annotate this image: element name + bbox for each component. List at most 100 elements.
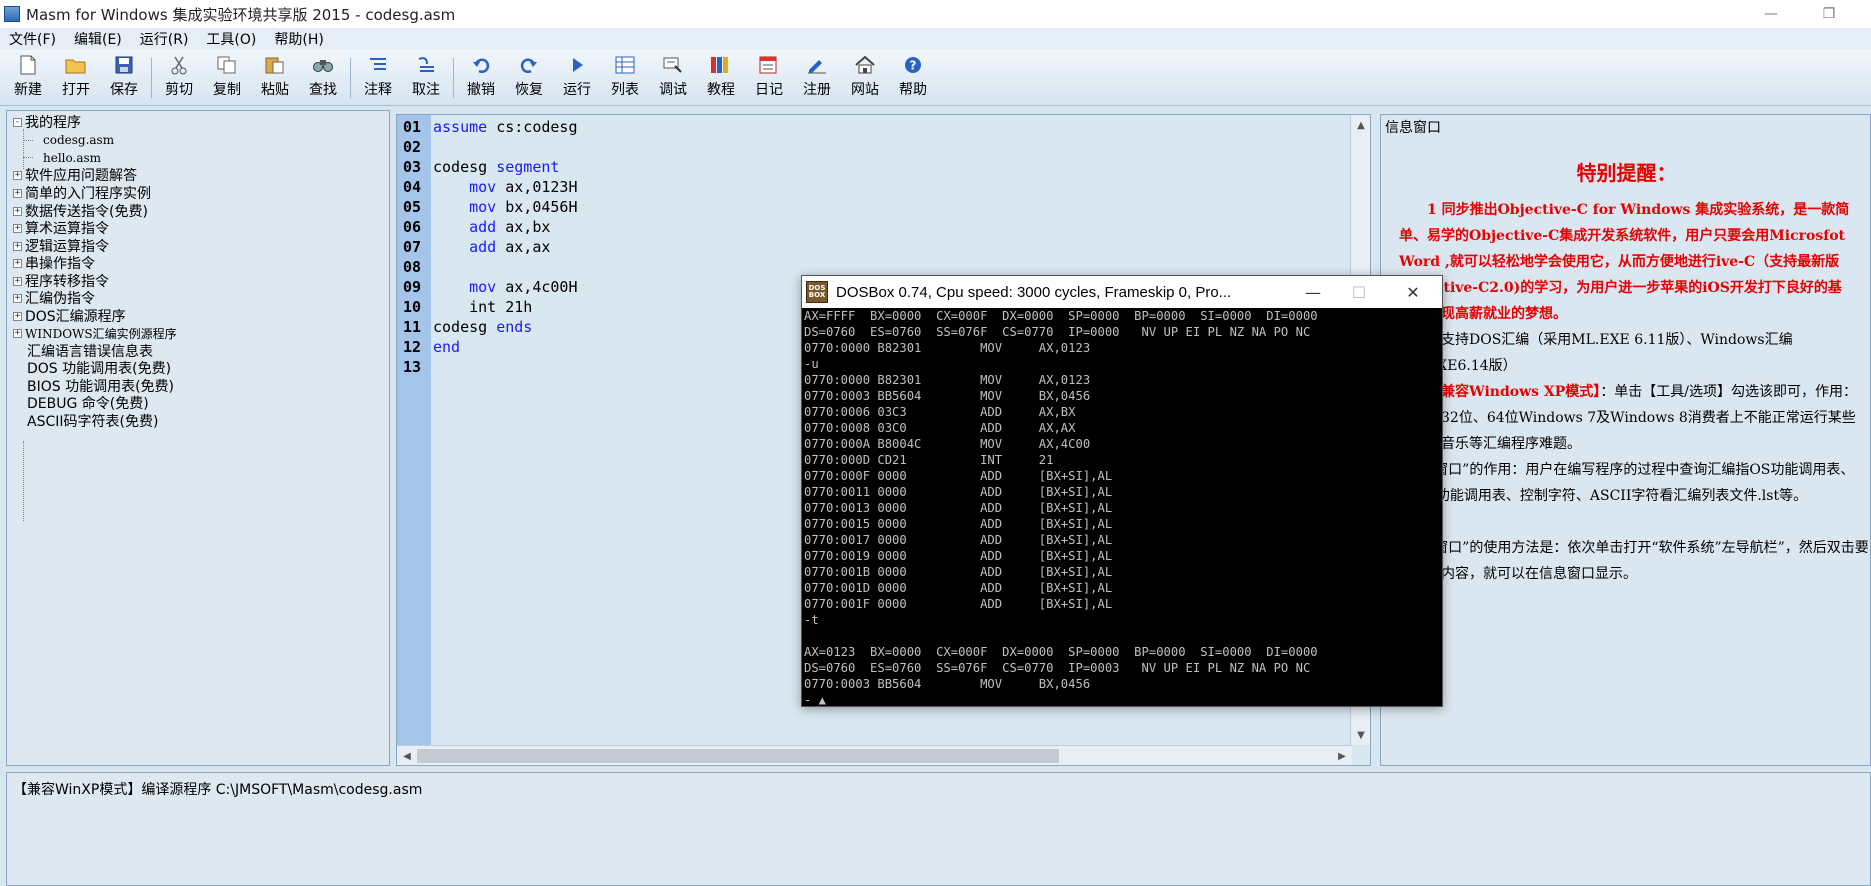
run-button[interactable]: 运行 — [553, 50, 601, 104]
expand-icon[interactable]: + — [13, 258, 22, 268]
expand-icon[interactable]: + — [13, 170, 22, 180]
tree-connector — [23, 129, 24, 169]
new-label: 新建 — [14, 82, 42, 98]
website-icon — [853, 54, 877, 76]
toolbar-separator — [453, 58, 454, 98]
tutorial-button[interactable]: 教程 — [697, 50, 745, 104]
toolbar-separator — [350, 58, 351, 98]
horizontal-scroll-thumb[interactable] — [417, 749, 1059, 763]
cut-button[interactable]: 剪切 — [155, 50, 203, 104]
run-icon — [565, 54, 589, 76]
dos-output-line: 0770:0015 0000 ADD [BX+SI],AL — [804, 517, 1113, 531]
dos-output-line: 0770:0003 BB5604 MOV BX,0456 — [804, 389, 1091, 403]
expand-icon[interactable]: + — [13, 206, 22, 216]
menu-help[interactable]: 帮助(H) — [265, 29, 332, 49]
menu-run[interactable]: 运行(R) — [131, 29, 198, 49]
menu-tools[interactable]: 工具(O) — [197, 29, 265, 49]
tree-item[interactable]: + WINDOWS汇编实例源程序 — [13, 324, 177, 342]
dosbox-minimize-button[interactable]: — — [1290, 276, 1336, 308]
help-button[interactable]: ? 帮助 — [889, 50, 937, 104]
expand-icon[interactable]: + — [13, 311, 22, 321]
menu-file[interactable]: 文件(F) — [0, 29, 65, 49]
tree-item-my-programs[interactable]: - 我的程序 — [13, 113, 81, 131]
dos-output-line: 0770:0017 0000 ADD [BX+SI],AL — [804, 533, 1113, 547]
tree-item[interactable]: + 软件应用问题解答 — [13, 166, 137, 184]
dosbox-maximize-button[interactable]: ☐ — [1336, 276, 1382, 308]
scroll-down-icon[interactable]: ▼ — [1351, 725, 1370, 745]
uncomment-button[interactable]: 取注 — [402, 50, 450, 104]
tree-item[interactable]: DEBUG 命令(免费) — [27, 394, 149, 412]
tree-item[interactable]: ASCII码字符表(免费) — [27, 412, 158, 430]
app-icon — [4, 6, 20, 22]
info-paragraph: 1 同步推出Objective-C for Windows 集成实验系统，是一款… — [1399, 202, 1850, 322]
scroll-up-icon[interactable]: ▲ — [1351, 115, 1370, 135]
menu-edit[interactable]: 编辑(E) — [65, 29, 131, 49]
debug-button[interactable]: 调试 — [649, 50, 697, 104]
code-line: 04 mov ax,0123H — [403, 178, 578, 196]
copy-button[interactable]: 复制 — [203, 50, 251, 104]
dosbox-window[interactable]: DOS BOX DOSBox 0.74, Cpu speed: 3000 cyc… — [801, 275, 1443, 707]
code-line: 01 assume cs:codesg — [403, 118, 578, 136]
code-line: 05 mov bx,0456H — [403, 198, 578, 216]
collapse-icon[interactable]: - — [13, 117, 22, 127]
cut-icon — [167, 54, 191, 76]
new-button[interactable]: 新建 — [4, 50, 52, 104]
paste-label: 粘贴 — [261, 82, 289, 98]
info-paragraph: “信息窗口”的使用方法是：依次单击打开“软件系统”左导航栏”，然后双击要打开的内… — [1399, 540, 1869, 582]
info-paragraph: 【设置兼容Windows XP模式】：单击【工具/选项】勾选该即可，作用：解决在… — [1399, 384, 1858, 452]
tree-item[interactable]: + DOS汇编源程序 — [13, 307, 126, 325]
editor-horizontal-scrollbar[interactable]: ◀ ▶ — [397, 745, 1352, 765]
comment-icon — [366, 54, 390, 76]
dosbox-close-button[interactable]: ✕ — [1390, 276, 1436, 308]
dosbox-title-bar[interactable]: DOS BOX DOSBox 0.74, Cpu speed: 3000 cyc… — [802, 276, 1442, 308]
open-button[interactable]: 打开 — [52, 50, 100, 104]
tree-item[interactable]: + 串操作指令 — [13, 254, 95, 272]
dos-output-line: -t — [804, 613, 819, 627]
toolbar: 新建 打开 保存 剪切 复制 粘贴 查找 注释 取注 撤销 恢复 运行 列表 调… — [0, 50, 1871, 106]
expand-icon[interactable]: + — [13, 223, 22, 233]
tutorial-icon — [709, 54, 733, 76]
debug-label: 调试 — [659, 82, 687, 98]
dos-output-line: DS=0760 ES=0760 SS=076F CS=0770 IP=0000 … — [804, 325, 1311, 339]
expand-icon[interactable]: + — [13, 241, 22, 251]
diary-button[interactable]: 日记 — [745, 50, 793, 104]
tree-item[interactable]: + 算术运算指令 — [13, 219, 109, 237]
program-tree: - 我的程序 codesg.asm hello.asm + 软件应用问题解答 + 简… — [6, 110, 390, 766]
tree-file-codesg[interactable]: codesg.asm — [43, 131, 114, 149]
cut-label: 剪切 — [165, 82, 193, 98]
undo-button[interactable]: 撤销 — [457, 50, 505, 104]
dos-output-line: 0770:0019 0000 ADD [BX+SI],AL — [804, 549, 1113, 563]
find-button[interactable]: 查找 — [299, 50, 347, 104]
expand-icon[interactable]: + — [13, 188, 22, 198]
tree-item[interactable]: + 汇编伪指令 — [13, 289, 95, 307]
tree-item[interactable]: + 简单的入门程序实例 — [13, 184, 151, 202]
minimize-button[interactable]: — — [1748, 0, 1794, 28]
info-paragraph: “信息窗口”的作用：用户在编写程序的过程中查询汇编指OS功能调用表、BIOS功能… — [1399, 462, 1855, 504]
code-line: 09 mov ax,4c00H — [403, 278, 578, 296]
scroll-left-icon[interactable]: ◀ — [397, 746, 417, 765]
maximize-button[interactable]: ❐ — [1806, 0, 1852, 28]
run-label: 运行 — [563, 82, 591, 98]
paste-button[interactable]: 粘贴 — [251, 50, 299, 104]
scroll-right-icon[interactable]: ▶ — [1332, 746, 1352, 765]
redo-button[interactable]: 恢复 — [505, 50, 553, 104]
code-line: 02 — [403, 138, 422, 156]
register-button[interactable]: 注册 — [793, 50, 841, 104]
output-message: 【兼容WinXP模式】编译源程序 C:\JMSOFT\Masm\codesg.a… — [13, 782, 423, 798]
dosbox-screen[interactable]: AX=FFFF BX=0000 CX=000F DX=0000 SP=0000 … — [802, 308, 1442, 706]
expand-icon[interactable]: + — [13, 293, 22, 303]
website-button[interactable]: 网站 — [841, 50, 889, 104]
dos-output-line: 0770:000A B8004C MOV AX,4C00 — [804, 437, 1091, 451]
comment-button[interactable]: 注释 — [354, 50, 402, 104]
find-icon — [311, 54, 335, 76]
save-label: 保存 — [110, 82, 138, 98]
code-line: 13 — [403, 358, 422, 376]
expand-icon[interactable]: + — [13, 276, 22, 286]
tree-item[interactable]: DOS 功能调用表(免费) — [27, 359, 171, 377]
tree-connector — [23, 140, 33, 141]
save-button[interactable]: 保存 — [100, 50, 148, 104]
expand-icon[interactable]: + — [13, 328, 22, 338]
dos-output-line: 0770:0008 03C0 ADD AX,AX — [804, 421, 1076, 435]
code-line: 10 int 21h — [403, 298, 533, 316]
list-button[interactable]: 列表 — [601, 50, 649, 104]
